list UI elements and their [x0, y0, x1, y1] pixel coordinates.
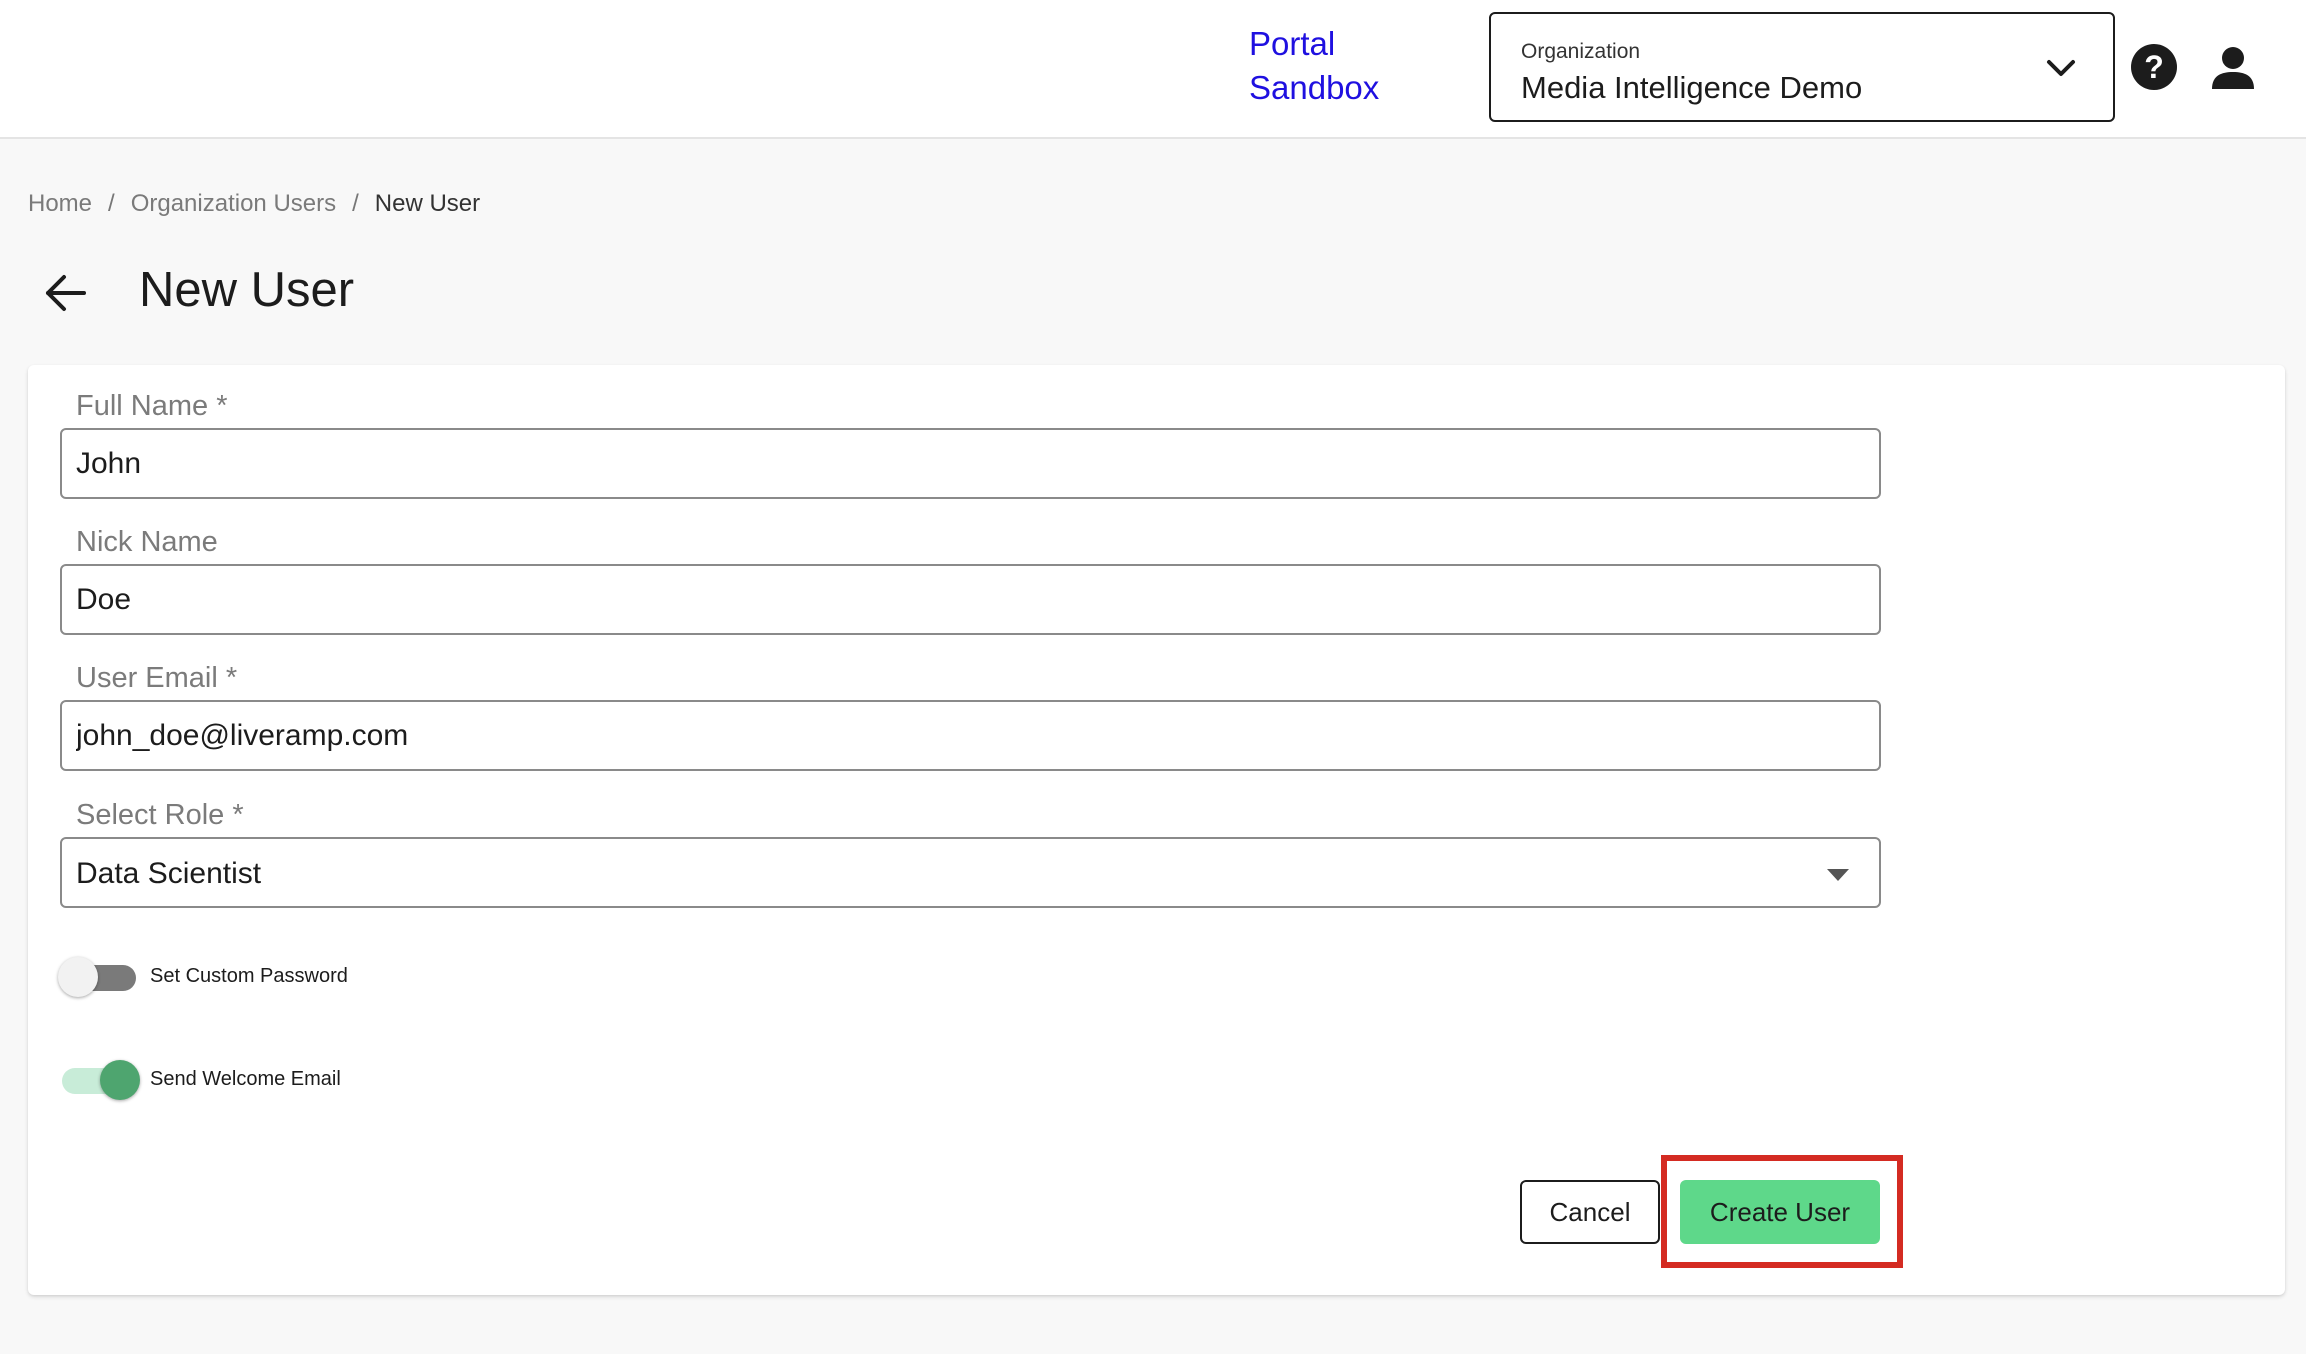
chevron-down-icon [2047, 60, 2075, 76]
custom-password-label: Set Custom Password [150, 965, 348, 987]
nick-name-input[interactable] [60, 564, 1881, 635]
user-account-icon[interactable] [2210, 45, 2256, 91]
user-email-label: User Email * [76, 662, 238, 694]
role-select-value: Data Scientist [76, 857, 262, 890]
breadcrumb-separator: / [108, 190, 115, 217]
breadcrumb-organization-users[interactable]: Organization Users [131, 190, 336, 218]
custom-password-toggle[interactable] [58, 955, 154, 999]
brand-line-sandbox: Sandbox [1249, 69, 1380, 106]
cancel-button[interactable]: Cancel [1520, 1180, 1660, 1244]
toggle-knob [100, 1060, 140, 1100]
breadcrumb-home[interactable]: Home [28, 190, 92, 218]
page-title: New User [139, 263, 355, 317]
caret-down-icon [1827, 869, 1849, 881]
role-label: Select Role * [76, 799, 244, 831]
user-email-input[interactable] [60, 700, 1881, 771]
welcome-email-label: Send Welcome Email [150, 1068, 341, 1090]
brand-name: Portal Sandbox [1249, 22, 1379, 110]
new-user-form: Full Name * Nick Name User Email * Selec… [28, 365, 2285, 1295]
breadcrumb-new-user: New User [374, 190, 481, 217]
role-select[interactable]: Data Scientist [60, 837, 1881, 908]
help-icon[interactable]: ? [2130, 43, 2178, 91]
breadcrumb: Home / Organization Users / New User [28, 190, 480, 218]
organization-label: Organization [1521, 40, 1641, 63]
toggle-knob [58, 957, 98, 997]
create-user-button[interactable]: Create User [1680, 1180, 1880, 1244]
top-bar: Portal Sandbox Organization Media Intell… [0, 0, 2306, 139]
breadcrumb-separator: / [352, 190, 359, 217]
organization-value: Media Intelligence Demo [1521, 70, 1863, 105]
full-name-label: Full Name * [76, 390, 228, 422]
welcome-email-toggle[interactable] [58, 1058, 154, 1102]
organization-select[interactable]: Organization Media Intelligence Demo [1489, 12, 2115, 122]
nick-name-label: Nick Name [76, 526, 218, 558]
brand-line-portal: Portal [1249, 25, 1336, 62]
arrow-left-icon[interactable] [44, 273, 88, 313]
full-name-input[interactable] [60, 428, 1881, 499]
svg-text:?: ? [2144, 49, 2164, 85]
